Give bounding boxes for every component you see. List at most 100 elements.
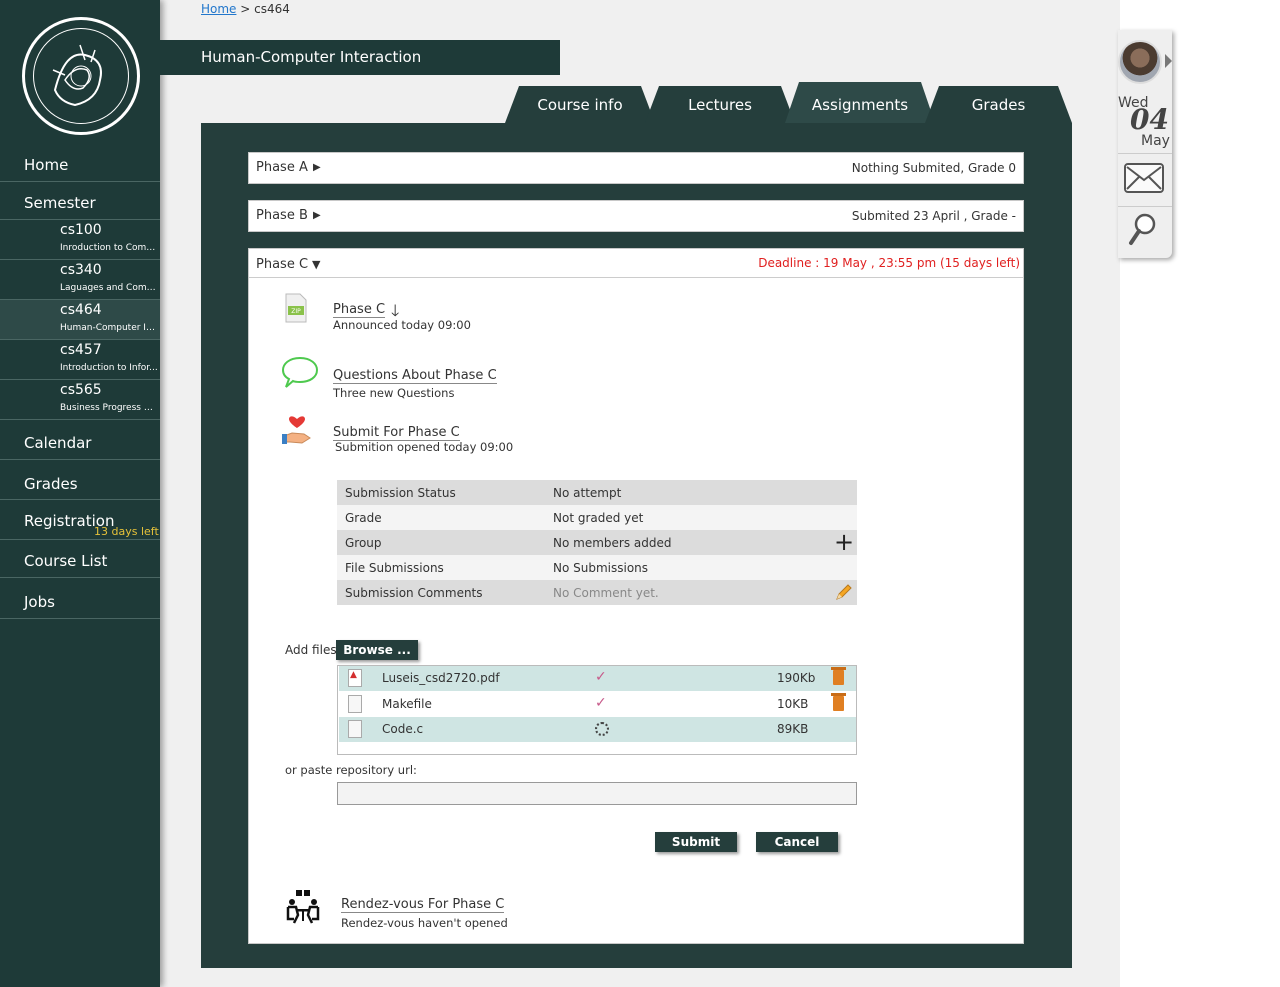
tab-course-info-label: Course info (537, 96, 623, 114)
row-value: Not graded yet (553, 511, 644, 525)
file-name: Luseis_csd2720.pdf (382, 671, 500, 685)
repo-url-label: or paste repository url: (285, 763, 417, 777)
university-logo[interactable] (22, 17, 140, 135)
generic-file-icon (348, 695, 362, 713)
tab-assignments-label: Assignments (811, 96, 909, 114)
expand-arrow-icon[interactable]: ▶ (313, 210, 321, 221)
breadcrumb-home-link[interactable]: Home (201, 2, 236, 16)
date-number: 04 (1130, 103, 1169, 136)
nav-calendar[interactable]: Calendar (0, 420, 160, 460)
submit-phase-link[interactable]: Submit For Phase C (333, 425, 460, 441)
questions-note: Three new Questions (333, 386, 455, 400)
nav-grades-label: Grades (24, 475, 78, 493)
nav-semester[interactable]: Semester (0, 182, 160, 220)
row-key: Submission Comments (345, 586, 483, 600)
loading-spinner-icon (595, 722, 609, 736)
phase-c-header[interactable]: Phase C ▼ Deadline : 19 May , 23:55 pm (… (249, 249, 1023, 278)
sidebar-course-cs457[interactable]: cs457 Introduction to Infor... (0, 340, 160, 380)
trash-icon[interactable] (831, 693, 846, 711)
file-name: Makefile (382, 697, 432, 711)
file-size: 190Kb (777, 671, 816, 685)
phase-b-bar[interactable]: Phase B ▶ Submited 23 April , Grade - (248, 200, 1024, 232)
table-row: Submission Comments No Comment yet. (337, 580, 857, 605)
nav-grades[interactable]: Grades (0, 460, 160, 500)
breadcrumb: Home > cs464 (201, 2, 290, 16)
course-code: cs464 (60, 302, 102, 318)
add-member-plus-icon[interactable]: + (834, 528, 854, 556)
file-row: Makefile ✓ 10KB (339, 692, 856, 717)
tab-grades[interactable]: Grades (925, 86, 1072, 123)
date-month: May (1141, 133, 1170, 149)
sidebar-course-cs100[interactable]: cs100 Inroduction to Comp... (0, 220, 160, 260)
course-name: Laguages and Compi... (60, 283, 158, 293)
questions-link[interactable]: Questions About Phase C (333, 368, 497, 384)
table-row: Submission Status No attempt (337, 480, 857, 505)
user-avatar[interactable] (1118, 40, 1162, 84)
course-name: Introduction to Infor... (60, 363, 158, 373)
file-row: Code.c 89KB (339, 717, 856, 742)
hand-heart-icon (282, 414, 312, 450)
file-list: ▲ Luseis_csd2720.pdf ✓ 190Kb Makefile ✓ … (337, 665, 857, 755)
nav-course-list-label: Course List (24, 552, 108, 570)
course-name: Inroduction to Comp... (60, 243, 158, 253)
pdf-file-icon: ▲ (348, 669, 362, 687)
row-value: No attempt (553, 486, 622, 500)
course-code: cs100 (60, 222, 102, 238)
tab-course-info[interactable]: Course info (505, 86, 655, 123)
collapse-arrow-icon[interactable]: ▼ (312, 258, 320, 271)
table-row: File Submissions No Submissions (337, 555, 857, 580)
file-name: Code.c (382, 722, 424, 736)
edit-pencil-icon[interactable] (834, 582, 854, 605)
tab-assignments[interactable]: Assignments (785, 82, 935, 123)
phase-a-bar[interactable]: Phase A ▶ Nothing Submited, Grade 0 (248, 152, 1024, 184)
generic-file-icon (348, 720, 362, 738)
phase-c-deadline: Deadline : 19 May , 23:55 pm (15 days le… (758, 256, 1020, 270)
nav-semester-label: Semester (24, 194, 96, 212)
sidebar-course-cs464[interactable]: cs464 Human-Computer In... (0, 300, 160, 340)
phase-b-title: Phase B (256, 208, 308, 223)
tab-grades-label: Grades (971, 96, 1026, 114)
phase-c-file-link[interactable]: Phase C (333, 302, 386, 318)
rendezvous-link[interactable]: Rendez-vous For Phase C (341, 897, 505, 913)
sidebar-course-cs565[interactable]: cs565 Business Progress M... (0, 380, 160, 420)
nav-course-list[interactable]: Course List (0, 540, 160, 578)
phase-c-title: Phase C (256, 257, 309, 272)
course-code: cs457 (60, 342, 102, 358)
file-size: 10KB (777, 697, 809, 711)
widget-divider (1118, 153, 1172, 154)
phase-a-title: Phase A (256, 160, 308, 175)
zip-file-icon: ZIP (284, 293, 308, 327)
course-title: Human-Computer Interaction (160, 40, 560, 75)
search-icon[interactable] (1128, 212, 1158, 250)
browse-button[interactable]: Browse ... (336, 640, 418, 660)
nav-jobs[interactable]: Jobs (0, 578, 160, 619)
submit-button[interactable]: Submit (655, 832, 737, 852)
nav-home[interactable]: Home (0, 143, 160, 182)
sidebar-course-cs340[interactable]: cs340 Laguages and Compi... (0, 260, 160, 300)
mail-icon[interactable] (1124, 163, 1164, 197)
phase-b-status: Submited 23 April , Grade - (851, 209, 1016, 223)
course-code: cs565 (60, 382, 102, 398)
chevron-right-icon[interactable] (1165, 54, 1172, 68)
file-size: 89KB (777, 722, 809, 736)
widget-divider (1118, 206, 1172, 207)
expand-arrow-icon[interactable]: ▶ (313, 162, 321, 173)
trash-icon[interactable] (831, 667, 846, 685)
breadcrumb-current: cs464 (254, 2, 290, 16)
tab-lectures[interactable]: Lectures (645, 86, 795, 123)
tab-lectures-label: Lectures (688, 96, 752, 114)
registration-days-left: 13 days left (94, 525, 159, 538)
nav-jobs-label: Jobs (24, 593, 55, 611)
course-code: cs340 (60, 262, 102, 278)
course-name: Human-Computer In... (60, 323, 158, 333)
cancel-button[interactable]: Cancel (756, 832, 838, 852)
row-key: Grade (345, 511, 382, 525)
svg-text:ZIP: ZIP (291, 308, 301, 315)
row-value: No Comment yet. (553, 586, 659, 600)
submit-phase-note: Submition opened today 09:00 (335, 440, 514, 454)
phase-c-file-note: Announced today 09:00 (333, 318, 471, 332)
repo-url-input[interactable] (337, 782, 857, 805)
row-value: No Submissions (553, 561, 649, 575)
meeting-icon (284, 889, 322, 929)
nav-calendar-label: Calendar (24, 434, 92, 452)
